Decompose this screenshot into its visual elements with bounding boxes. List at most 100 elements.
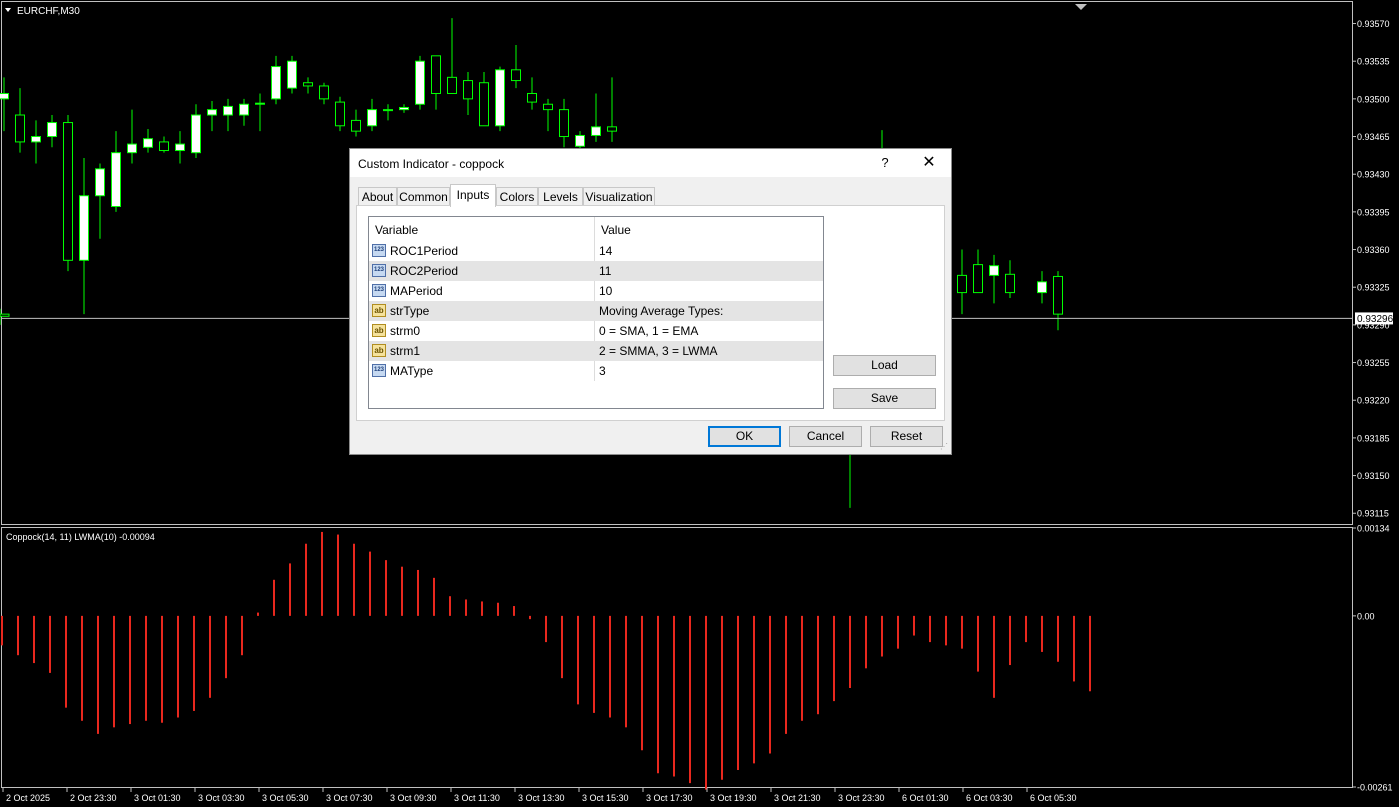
chart-menu-arrow-icon[interactable] <box>5 8 11 12</box>
indicator-axis-label: 0.00134 <box>1357 524 1390 534</box>
variable-value[interactable]: 11 <box>599 264 611 278</box>
load-button[interactable]: Load <box>833 355 936 376</box>
dialog-titlebar[interactable]: Custom Indicator - coppock ? ✕ <box>350 149 951 177</box>
tab-inputs[interactable]: Inputs <box>450 184 496 207</box>
candle-body <box>127 143 137 154</box>
price-axis-label: 0.93535 <box>1357 57 1390 67</box>
indicator-axis: 0.00134 0.00 -0.00261 <box>1352 524 1393 793</box>
candle-body <box>271 66 281 100</box>
time-axis-label: 6 Oct 03:30 <box>966 793 1013 803</box>
inputs-grid: Variable Value 123 ROC1Period 14 123 ROC… <box>368 216 824 409</box>
variable-value[interactable]: 10 <box>599 284 612 298</box>
cancel-button[interactable]: Cancel <box>789 426 862 447</box>
candle-body <box>15 114 25 143</box>
candle-body <box>175 143 185 152</box>
candle-body <box>223 105 233 116</box>
time-axis-label: 3 Oct 03:30 <box>198 793 245 803</box>
time-axis-label: 6 Oct 05:30 <box>1030 793 1077 803</box>
candle-body <box>527 92 537 103</box>
indicator-axis-label: 0.00 <box>1357 611 1375 621</box>
time-axis-label: 3 Oct 01:30 <box>134 793 181 803</box>
candle-body <box>989 265 999 276</box>
candle-body <box>255 102 265 105</box>
input-row[interactable]: 123 ROC2Period 11 <box>369 261 823 281</box>
variable-value[interactable]: 2 = SMMA, 3 = LWMA <box>599 344 717 358</box>
column-header-variable[interactable]: Variable <box>375 223 418 237</box>
string-variable-icon: ab <box>372 304 386 317</box>
close-icon[interactable]: ✕ <box>916 153 942 173</box>
candle-body <box>207 109 217 116</box>
time-axis-label: 3 Oct 17:30 <box>646 793 693 803</box>
candle-body <box>335 101 345 127</box>
time-axis-label: 3 Oct 13:30 <box>518 793 565 803</box>
input-row[interactable]: 123 MAPeriod 10 <box>369 281 823 301</box>
candle-body <box>351 119 361 132</box>
time-axis-label: 2 Oct 2025 <box>6 793 50 803</box>
integer-variable-icon: 123 <box>372 284 386 297</box>
variable-name: MAType <box>390 364 434 378</box>
reset-button[interactable]: Reset <box>870 426 943 447</box>
grid-header: Variable Value <box>369 217 823 240</box>
column-header-value[interactable]: Value <box>601 223 631 237</box>
candle-body <box>319 85 329 100</box>
candle-body <box>607 126 617 132</box>
candle-body <box>0 313 10 317</box>
candle-body <box>543 103 553 111</box>
candle-body <box>0 92 9 100</box>
input-row[interactable]: ab strm0 0 = SMA, 1 = EMA <box>369 321 823 341</box>
tab-about[interactable]: About <box>358 187 397 206</box>
resize-grip-icon[interactable]: ⋰ <box>940 443 949 452</box>
tab-visualization[interactable]: Visualization <box>583 187 655 206</box>
variable-name: strm1 <box>390 344 420 358</box>
help-button[interactable]: ? <box>874 153 896 173</box>
candle-body <box>479 82 489 127</box>
candle-body <box>1053 275 1063 315</box>
price-axis-label: 0.93465 <box>1357 132 1390 142</box>
coppock-histogram <box>1 531 1091 790</box>
candle-body <box>63 122 73 261</box>
candle-body <box>111 152 121 207</box>
input-row[interactable]: ab strType Moving Average Types: <box>369 301 823 321</box>
candle-body <box>143 138 153 148</box>
price-axis-label: 0.93500 <box>1357 94 1390 104</box>
variable-name: strm0 <box>390 324 420 338</box>
symbol-label: EURCHF,M30 <box>17 6 80 17</box>
candle-body <box>431 55 441 94</box>
string-variable-icon: ab <box>372 324 386 337</box>
variable-value[interactable]: Moving Average Types: <box>599 304 723 318</box>
price-axis-label: 0.93115 <box>1357 509 1389 519</box>
candle-body <box>575 134 585 147</box>
save-button[interactable]: Save <box>833 388 936 409</box>
candle-body <box>239 103 249 116</box>
custom-indicator-dialog: Custom Indicator - coppock ? ✕ About Com… <box>349 148 952 455</box>
indicator-pane-border <box>1 527 1353 788</box>
candle-body <box>31 136 41 143</box>
candle-body <box>47 122 57 138</box>
tab-common[interactable]: Common <box>397 187 450 206</box>
chart-shift-marker-icon[interactable] <box>1075 4 1087 10</box>
tab-colors[interactable]: Colors <box>496 187 538 206</box>
price-axis-label: 0.93185 <box>1357 433 1390 443</box>
time-axis-label: 6 Oct 01:30 <box>902 793 949 803</box>
price-axis-label: 0.93325 <box>1357 283 1390 293</box>
candle-body <box>591 126 601 136</box>
time-axis-label: 2 Oct 23:30 <box>70 793 117 803</box>
input-row[interactable]: ab strm1 2 = SMMA, 3 = LWMA <box>369 341 823 361</box>
time-axis-label: 3 Oct 07:30 <box>326 793 373 803</box>
candle-body <box>463 80 473 100</box>
integer-variable-icon: 123 <box>372 364 386 377</box>
input-row[interactable]: 123 MAType 3 <box>369 361 823 381</box>
tab-levels[interactable]: Levels <box>538 187 583 206</box>
variable-value[interactable]: 3 <box>599 364 606 378</box>
variable-value[interactable]: 14 <box>599 244 612 258</box>
candle-body <box>287 60 297 89</box>
candle-body <box>447 76 457 94</box>
string-variable-icon: ab <box>372 344 386 357</box>
candle-body <box>191 114 201 154</box>
indicator-axis-label: -0.00261 <box>1357 783 1393 793</box>
price-axis: 0.93570 0.93535 0.93500 0.93465 0.93430 0.933… <box>1352 19 1390 519</box>
ok-button[interactable]: OK <box>708 426 781 447</box>
variable-name: ROC1Period <box>390 244 459 258</box>
input-row[interactable]: 123 ROC1Period 14 <box>369 241 823 261</box>
variable-value[interactable]: 0 = SMA, 1 = EMA <box>599 324 698 338</box>
